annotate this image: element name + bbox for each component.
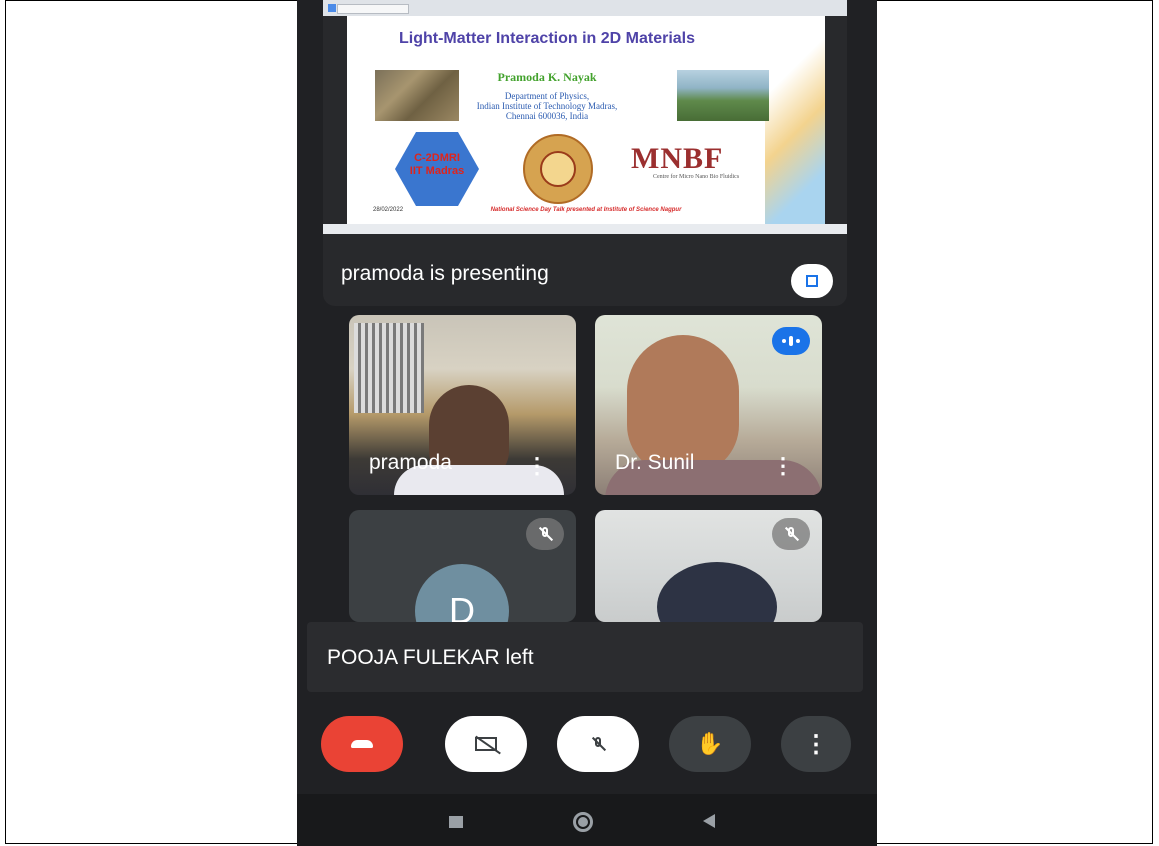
c2dmri-logo-line: IIT Madras [409, 165, 465, 177]
participant-name: pramoda [369, 451, 452, 474]
presenter-taskbar [323, 224, 847, 234]
avatar: D [415, 564, 509, 622]
back-icon[interactable] [703, 814, 715, 828]
more-options-icon: ⋮ [804, 730, 828, 758]
leave-call-button[interactable] [321, 716, 403, 772]
fullscreen-icon [806, 275, 818, 287]
browser-tab [337, 4, 409, 14]
phone-hangup-icon [351, 740, 373, 748]
iit-madras-seal [523, 134, 593, 204]
camera-toggle-button[interactable] [445, 716, 527, 772]
slide-decoration [765, 16, 825, 224]
notification-toast: POOJA FULEKAR left [307, 622, 863, 692]
mic-toggle-button[interactable] [557, 716, 639, 772]
slide-author: Pramoda K. Nayak [497, 70, 597, 84]
c2dmri-logo: C-2DMRI IIT Madras [395, 132, 479, 206]
participant-video [657, 562, 777, 622]
tile-menu-icon[interactable]: ⋮ [772, 455, 794, 477]
camera-off-icon [475, 735, 501, 755]
android-nav-bar [297, 794, 877, 846]
shared-slide: Light-Matter Interaction in 2D Materials… [347, 16, 825, 224]
raise-hand-icon: ✋ [696, 731, 724, 756]
c2dmri-logo-line: C-2DMRI [414, 152, 460, 164]
more-options-button[interactable]: ⋮ [781, 716, 851, 772]
participant-name: Dr. Sunil [615, 451, 695, 474]
mic-off-icon [772, 518, 810, 550]
meet-app-screen: Light-Matter Interaction in 2D Materials… [297, 0, 877, 846]
presenter-browser-bar [323, 0, 847, 16]
presenting-label: pramoda is presenting [341, 262, 549, 285]
affiliation-line: Indian Institute of Technology Madras, [476, 101, 618, 111]
participant-tile-pramoda[interactable]: pramoda ⋮ [349, 315, 576, 495]
participant-tile-sunil[interactable]: Dr. Sunil ⋮ [595, 315, 822, 495]
mic-off-icon [591, 736, 607, 752]
recents-icon[interactable] [449, 816, 463, 828]
slide-affiliation: Department of Physics, Indian Institute … [347, 91, 747, 121]
background-window [354, 323, 424, 413]
speaking-indicator-icon [772, 327, 810, 355]
home-icon[interactable] [573, 812, 593, 832]
affiliation-line: Department of Physics, [504, 91, 590, 101]
mnbf-logo-subtitle: Centre for Micro Nano Bio Fluidics [653, 174, 740, 180]
tile-menu-icon[interactable]: ⋮ [526, 455, 548, 477]
participant-tile-4[interactable] [595, 510, 822, 622]
participant-tile-d[interactable]: D [349, 510, 576, 622]
mnbf-logo: MNBF [631, 142, 724, 175]
raise-hand-button[interactable]: ✋ [669, 716, 751, 772]
mic-off-icon [526, 518, 564, 550]
browser-favicon [328, 4, 336, 12]
fullscreen-button[interactable] [791, 264, 833, 298]
slide-footer: National Science Day Talk presented at I… [490, 207, 682, 213]
affiliation-line: Chennai 600036, India [505, 111, 589, 121]
presentation-view[interactable]: Light-Matter Interaction in 2D Materials… [323, 0, 847, 306]
slide-title: Light-Matter Interaction in 2D Materials [398, 30, 696, 47]
toast-message: POOJA FULEKAR left [327, 646, 534, 669]
